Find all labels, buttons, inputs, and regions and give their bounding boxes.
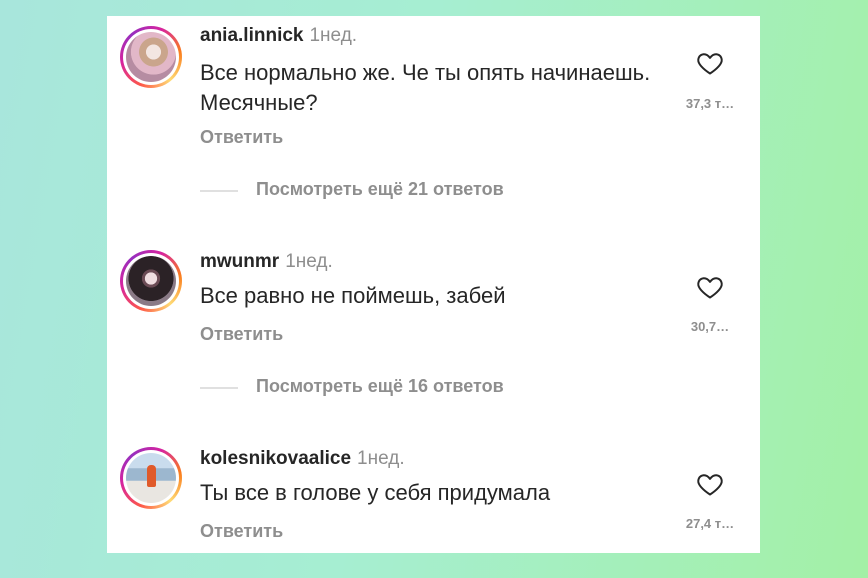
avatar[interactable] [120, 447, 182, 509]
reply-button[interactable]: Ответить [200, 324, 283, 345]
view-more-replies[interactable]: Посмотреть ещё 16 ответов [200, 376, 700, 400]
comment-time: 1нед. [285, 251, 333, 272]
avatar[interactable] [120, 26, 182, 88]
heart-outline-icon[interactable] [695, 470, 725, 498]
username-text[interactable]: kolesnikovaalice [200, 448, 351, 469]
heart-outline-icon[interactable] [695, 49, 725, 77]
like-count[interactable]: 30,7… [667, 319, 753, 334]
reply-button[interactable]: Ответить [200, 521, 283, 542]
username-text[interactable]: ania.linnick [200, 25, 303, 46]
comment-username[interactable]: kolesnikovaalice 1нед. [200, 448, 405, 470]
comment-time: 1нед. [309, 25, 358, 46]
avatar[interactable] [120, 250, 182, 312]
comment-time: 1нед. [357, 448, 405, 469]
like-count[interactable]: 27,4 т… [667, 516, 753, 531]
divider-line [200, 190, 238, 192]
heart-outline-icon[interactable] [695, 273, 725, 301]
reply-button[interactable]: Ответить [200, 127, 283, 148]
view-more-replies[interactable]: Посмотреть ещё 21 ответов [200, 179, 700, 203]
like-count[interactable]: 37,3 т… [667, 96, 753, 111]
divider-line [200, 387, 238, 389]
comment-username[interactable]: ania.linnick 1нед. [200, 25, 357, 47]
username-text[interactable]: mwunmr [200, 251, 279, 272]
view-more-replies-label[interactable]: Посмотреть ещё 16 ответов [256, 376, 504, 397]
comment-text: Все равно не поймешь, забей [200, 283, 506, 308]
comment-text: Ты все в голове у себя придумала [200, 480, 551, 505]
view-more-replies-label[interactable]: Посмотреть ещё 21 ответов [256, 179, 504, 200]
comment-text: Все нормально же. Че ты опять начинаешь.… [200, 60, 651, 115]
comments-panel: ania.linnick 1нед. Все нормально же. Че т… [107, 16, 760, 553]
comment-username[interactable]: mwunmr 1нед. [200, 251, 333, 273]
